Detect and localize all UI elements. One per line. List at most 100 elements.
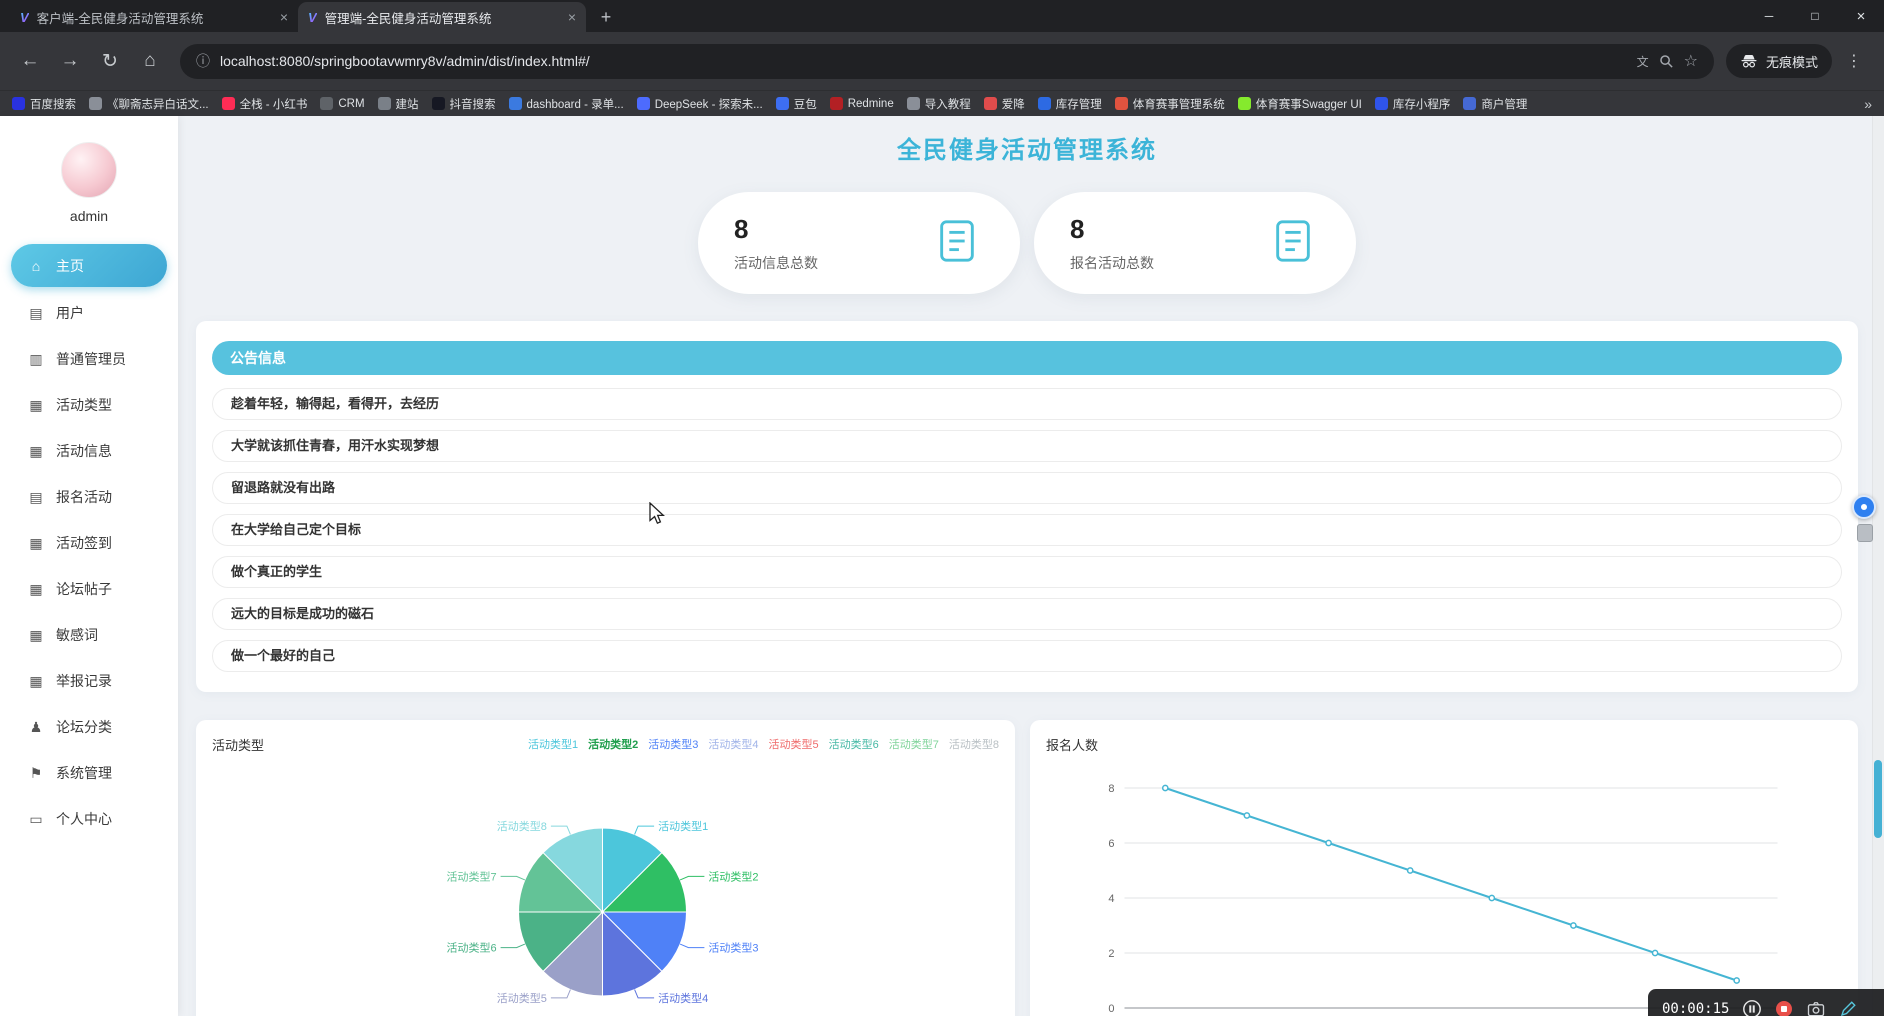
bookmark-item[interactable]: 爱降 [984, 96, 1025, 112]
sidebar-item-users[interactable]: ▤ 用户 [0, 290, 178, 336]
scrollbar-thumb[interactable] [1874, 760, 1882, 838]
menu-more-icon[interactable]: ⋮ [1836, 43, 1872, 79]
address-bar[interactable]: ⓘ localhost:8080/springbootavwmry8v/admi… [180, 44, 1714, 79]
camera-icon[interactable] [1806, 999, 1826, 1016]
data-point[interactable] [1163, 785, 1168, 790]
bookmark-item[interactable]: 库存管理 [1038, 96, 1102, 112]
browser-tab-client[interactable]: V 客户端-全民健身活动管理系统 × [10, 2, 298, 32]
announcement-row[interactable]: 远大的目标是成功的磁石 [212, 598, 1842, 630]
sidebar-item-forum-posts[interactable]: ▦ 论坛帖子 [0, 566, 178, 612]
data-point[interactable] [1408, 868, 1413, 873]
bookmark-item[interactable]: DeepSeek - 探索未... [637, 96, 763, 112]
legend-item[interactable]: 活动类型8 [949, 736, 999, 752]
legend-item[interactable]: 活动类型2 [588, 736, 638, 752]
pie-label: 活动类型4 [658, 991, 708, 1005]
bookmark-item[interactable]: 建站 [378, 96, 419, 112]
announcement-row[interactable]: 做一个最好的自己 [212, 640, 1842, 672]
avatar[interactable] [61, 142, 117, 198]
pie-label-line [501, 944, 525, 948]
bookmark-favicon [1238, 97, 1251, 110]
bookmark-item[interactable]: 《聊斋志异白话文... [89, 96, 209, 112]
bookmark-item[interactable]: 豆包 [776, 96, 817, 112]
announcement-row[interactable]: 在大学给自己定个目标 [212, 514, 1842, 546]
bookmark-item[interactable]: 商户管理 [1463, 96, 1527, 112]
bookmark-item[interactable]: CRM [320, 97, 364, 110]
maximize-icon[interactable]: □ [1792, 0, 1838, 32]
sidebar-item-activity-type[interactable]: ▦ 活动类型 [0, 382, 178, 428]
pause-icon[interactable] [1742, 999, 1762, 1016]
legend-item[interactable]: 活动类型4 [708, 736, 758, 752]
bookmark-label: 商户管理 [1481, 96, 1527, 112]
legend-item[interactable]: 活动类型1 [528, 736, 578, 752]
bookmarks-overflow-icon[interactable]: » [1864, 96, 1872, 112]
bookmark-item[interactable]: 百度搜索 [12, 96, 76, 112]
pie-label-line [501, 876, 525, 880]
sidebar-item-report-records[interactable]: ▦ 举报记录 [0, 658, 178, 704]
announcement-row[interactable]: 做个真正的学生 [212, 556, 1842, 588]
pie-label: 活动类型2 [708, 869, 758, 883]
data-point[interactable] [1653, 950, 1658, 955]
stat-card-signup-total[interactable]: 8 报名活动总数 [1034, 192, 1356, 294]
browser-tab-admin[interactable]: V 管理端-全民健身活动管理系统 × [298, 2, 586, 32]
pie-label-line [680, 876, 704, 880]
bookmark-favicon [1038, 97, 1051, 110]
pie-chart-title: 活动类型 [212, 735, 264, 754]
site-info-icon[interactable]: ⓘ [196, 51, 210, 71]
stat-value: 8 [1070, 214, 1154, 245]
floating-video-ball[interactable] [1852, 495, 1876, 519]
floating-widget[interactable] [1857, 524, 1873, 542]
sidebar-item-system-manage[interactable]: ⚑ 系统管理 [0, 750, 178, 796]
bookmark-star-icon[interactable]: ☆ [1684, 51, 1698, 71]
bookmark-item[interactable]: 全栈 - 小红书 [222, 96, 308, 112]
back-icon[interactable]: ← [12, 43, 48, 79]
sidebar-item-activity-checkin[interactable]: ▦ 活动签到 [0, 520, 178, 566]
stat-card-activity-info[interactable]: 8 活动信息总数 [698, 192, 1020, 294]
stop-record-icon[interactable] [1775, 1000, 1793, 1016]
legend-item[interactable]: 活动类型7 [889, 736, 939, 752]
home-icon[interactable]: ⌂ [132, 43, 168, 79]
close-icon[interactable]: × [1838, 0, 1884, 32]
sidebar-item-sensitive-words[interactable]: ▦ 敏感词 [0, 612, 178, 658]
tab-close-icon[interactable]: × [568, 9, 576, 25]
announcement-row[interactable]: 趁着年轻，输得起，看得开，去经历 [212, 388, 1842, 420]
forward-icon[interactable]: → [52, 43, 88, 79]
grid-icon: ▦ [28, 535, 44, 552]
sidebar-item-label: 论坛帖子 [56, 579, 112, 599]
data-point[interactable] [1489, 895, 1494, 900]
sidebar-item-forum-category[interactable]: ♟ 论坛分类 [0, 704, 178, 750]
sidebar-item-personal-center[interactable]: ▭ 个人中心 [0, 796, 178, 842]
translate-icon[interactable]: 文 [1637, 53, 1649, 70]
incognito-icon [1740, 52, 1758, 70]
new-tab-button[interactable]: + [592, 3, 620, 31]
page-scrollbar[interactable] [1872, 116, 1884, 1016]
tab-close-icon[interactable]: × [280, 9, 288, 25]
sidebar-item-home[interactable]: ⌂ 主页 [11, 244, 167, 287]
legend-item[interactable]: 活动类型6 [829, 736, 879, 752]
bookmark-item[interactable]: 体育赛事管理系统 [1115, 96, 1225, 112]
legend-item[interactable]: 活动类型3 [648, 736, 698, 752]
data-point[interactable] [1326, 840, 1331, 845]
reload-icon[interactable]: ↻ [92, 43, 128, 79]
bookmark-item[interactable]: Redmine [830, 97, 894, 110]
bookmark-item[interactable]: 体育赛事Swagger UI [1238, 96, 1362, 112]
bookmark-item[interactable]: dashboard - 录单... [509, 96, 624, 112]
bookmark-item[interactable]: 导入教程 [907, 96, 971, 112]
announcement-row[interactable]: 大学就该抓住青春，用汗水实现梦想 [212, 430, 1842, 462]
bookmark-label: 库存小程序 [1393, 96, 1451, 112]
announcement-row[interactable]: 留退路就没有出路 [212, 472, 1842, 504]
sidebar-item-admins[interactable]: ▥ 普通管理员 [0, 336, 178, 382]
url-text[interactable]: localhost:8080/springbootavwmry8v/admin/… [220, 53, 1627, 69]
data-point[interactable] [1571, 923, 1576, 928]
sidebar-item-label: 活动信息 [56, 441, 112, 461]
minimize-icon[interactable]: ─ [1746, 0, 1792, 32]
legend-item[interactable]: 活动类型5 [769, 736, 819, 752]
sidebar-item-activity-info[interactable]: ▦ 活动信息 [0, 428, 178, 474]
data-point[interactable] [1734, 978, 1739, 983]
data-point[interactable] [1244, 813, 1249, 818]
sidebar-item-signup-activity[interactable]: ▤ 报名活动 [0, 474, 178, 520]
pencil-icon[interactable] [1839, 1000, 1857, 1016]
incognito-badge[interactable]: 无痕模式 [1726, 44, 1832, 78]
bookmark-item[interactable]: 库存小程序 [1375, 96, 1451, 112]
bookmark-item[interactable]: 抖音搜索 [432, 96, 496, 112]
search-lens-icon[interactable] [1659, 54, 1674, 69]
